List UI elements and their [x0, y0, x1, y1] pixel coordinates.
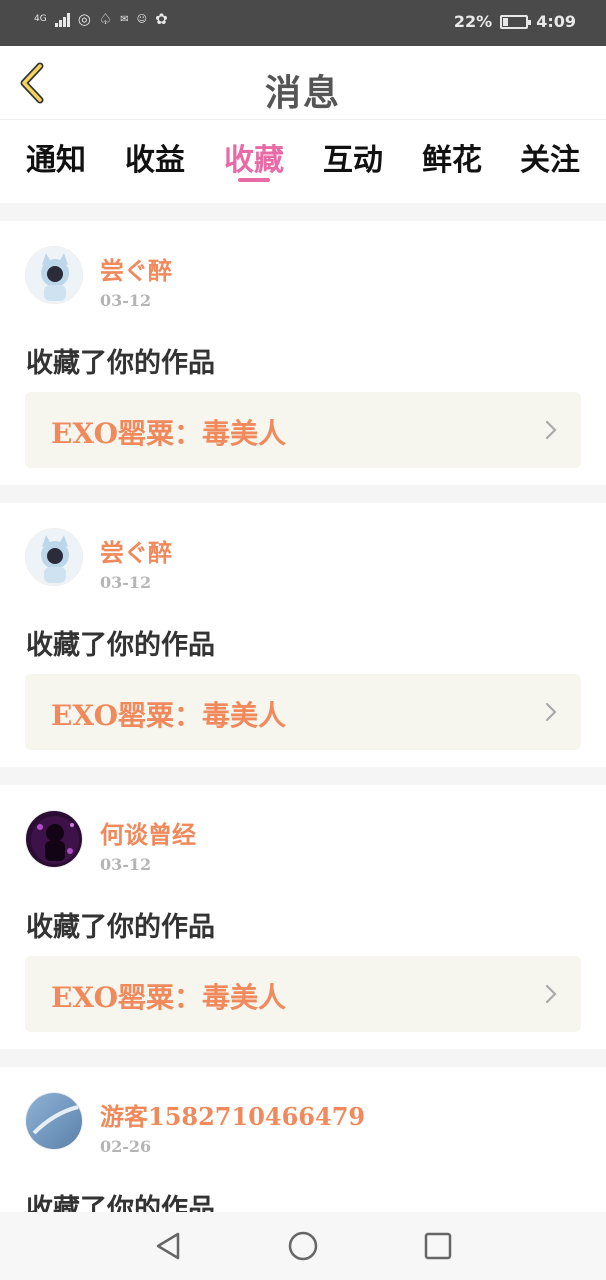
action-text: 收藏了你的作品	[26, 912, 215, 943]
avatar-image	[26, 811, 82, 867]
chevron-right-icon	[545, 984, 557, 1004]
work-title: EXO罂粟：毒美人	[51, 417, 286, 450]
username[interactable]: 尝ぐ醉	[100, 533, 172, 568]
status-right: 22% 4:09	[454, 12, 576, 31]
network-type: 4G	[34, 14, 47, 24]
notification-icon: ✉	[120, 13, 129, 25]
avatar[interactable]	[25, 246, 83, 304]
header: 消息	[0, 46, 606, 120]
chevron-right-icon	[545, 702, 557, 722]
battery-icon	[500, 14, 532, 29]
avatar-image	[26, 247, 82, 303]
message-date: 03-12	[100, 291, 152, 310]
triangle-back-icon	[156, 1232, 180, 1260]
avatar-image	[26, 529, 82, 585]
status-bar: 4G ◎ ♤ ✉ ☺ ✿ 22% 4:09	[0, 0, 606, 46]
divider	[0, 485, 606, 503]
list-item: 尝ぐ醉 03-12 收藏了你的作品 EXO罂粟：毒美人	[0, 221, 606, 485]
message-list: 尝ぐ醉 03-12 收藏了你的作品 EXO罂粟：毒美人 尝ぐ醉 03-12 收藏…	[0, 203, 606, 1277]
qq-icon: ♤	[98, 10, 113, 28]
work-link[interactable]: EXO罂粟：毒美人	[25, 674, 581, 750]
avatar[interactable]	[25, 810, 83, 868]
username[interactable]: 何谈曾经	[100, 815, 196, 850]
signal-icon	[54, 12, 70, 27]
status-left: 4G ◎ ♤ ✉ ☺ ✿	[34, 12, 168, 27]
tab-notifications[interactable]: 通知	[16, 135, 96, 179]
divider	[0, 767, 606, 785]
nav-back-button[interactable]	[150, 1228, 186, 1264]
avatar-image	[26, 1093, 82, 1149]
battery-fill	[503, 17, 509, 26]
clock: 4:09	[536, 12, 576, 31]
avatar[interactable]	[25, 1092, 83, 1150]
tab-favorites[interactable]: 收藏	[214, 135, 294, 179]
chevron-right-icon	[545, 420, 557, 440]
username[interactable]: 游客1582710466479	[100, 1097, 365, 1132]
circle-home-icon	[288, 1231, 318, 1261]
square-recents-icon	[424, 1232, 452, 1260]
list-item: 尝ぐ醉 03-12 收藏了你的作品 EXO罂粟：毒美人	[0, 503, 606, 767]
action-text: 收藏了你的作品	[26, 630, 215, 661]
username[interactable]: 尝ぐ醉	[100, 251, 172, 286]
tab-follows[interactable]: 关注	[510, 135, 590, 179]
tab-bar: 通知 收益 收藏 互动 鲜花 关注	[0, 121, 606, 203]
weibo-icon: ☺	[136, 13, 148, 25]
work-link[interactable]: EXO罂粟：毒美人	[25, 956, 581, 1032]
avatar[interactable]	[25, 528, 83, 586]
navigation-bar	[0, 1212, 606, 1280]
message-date: 02-26	[100, 1137, 152, 1156]
message-date: 03-12	[100, 573, 152, 592]
divider	[0, 203, 606, 221]
hotspot-icon: ◎	[77, 10, 91, 28]
message-date: 03-12	[100, 855, 152, 874]
work-link[interactable]: EXO罂粟：毒美人	[25, 392, 581, 468]
list-item: 何谈曾经 03-12 收藏了你的作品 EXO罂粟：毒美人	[0, 785, 606, 1049]
work-title: EXO罂粟：毒美人	[51, 981, 286, 1014]
wechat-icon: ✿	[155, 10, 168, 28]
action-text: 收藏了你的作品	[26, 348, 215, 379]
tab-flowers[interactable]: 鲜花	[412, 135, 492, 179]
tab-interactions[interactable]: 互动	[313, 135, 393, 179]
tab-earnings[interactable]: 收益	[115, 135, 195, 179]
battery-percent: 22%	[453, 12, 493, 31]
divider	[0, 1049, 606, 1067]
work-title: EXO罂粟：毒美人	[51, 699, 286, 732]
page-title: 消息	[264, 72, 341, 114]
nav-home-button[interactable]	[285, 1228, 321, 1264]
nav-recents-button[interactable]	[420, 1228, 456, 1264]
active-tab-indicator	[238, 178, 270, 182]
